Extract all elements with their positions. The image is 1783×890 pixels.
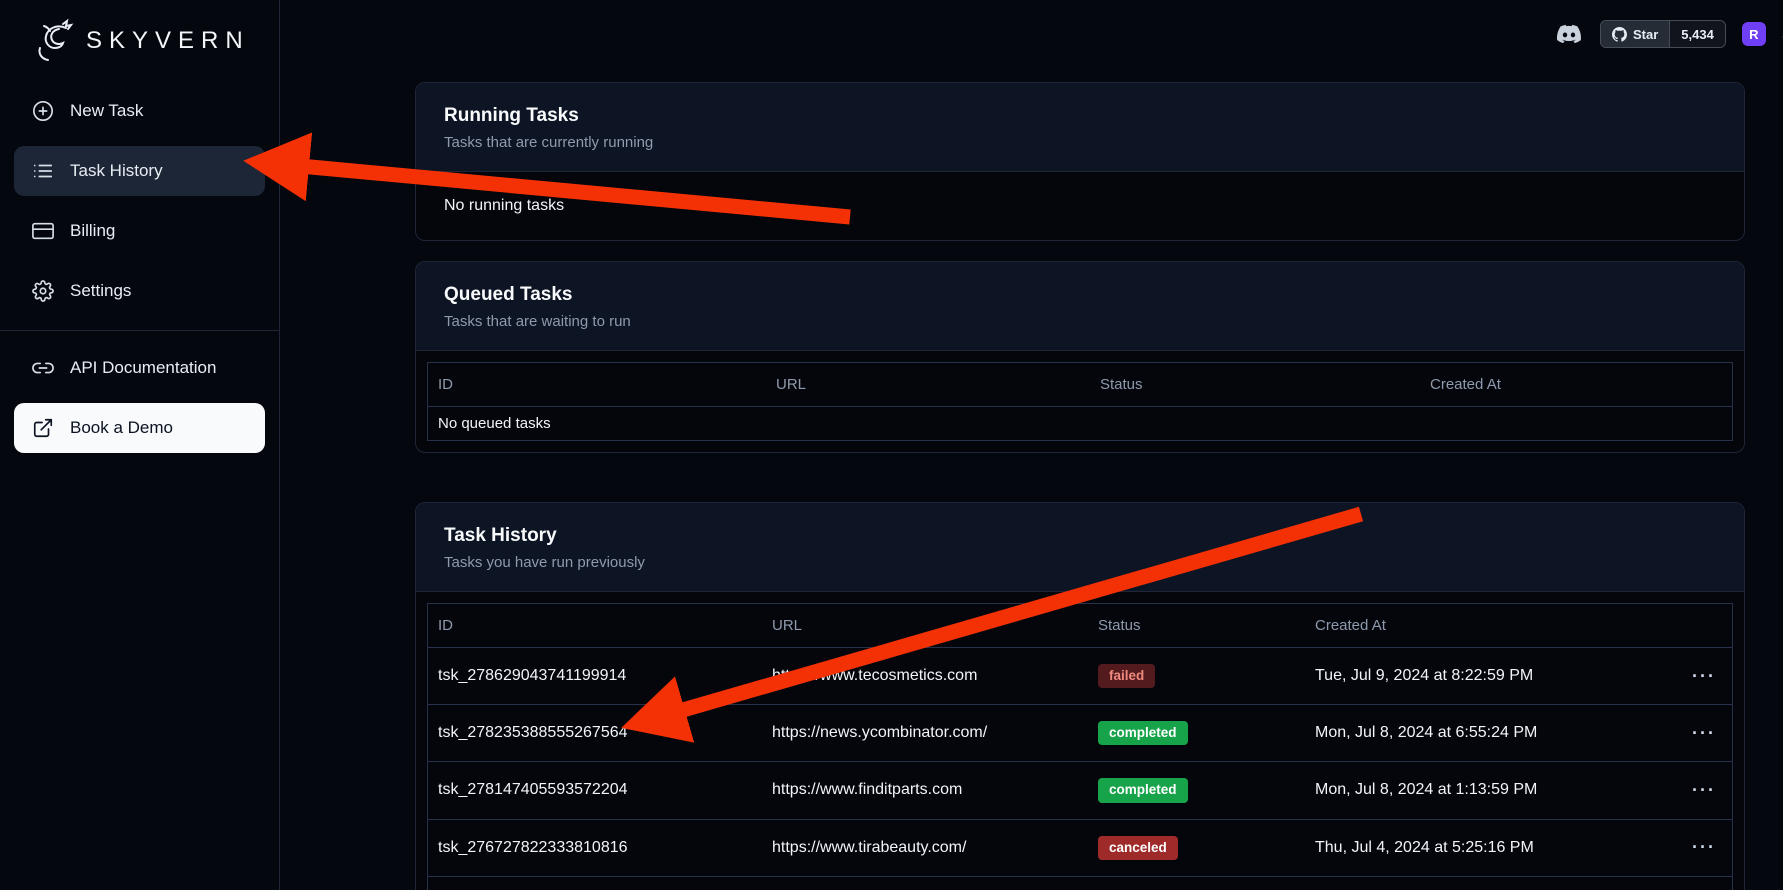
card-subtitle: Tasks that are waiting to run (444, 313, 1716, 330)
sidebar-divider (0, 330, 279, 331)
queued-tasks-table: ID URL Status Created At No queued tasks (427, 362, 1733, 441)
table-header-row: ID URL Status Created At (428, 604, 1732, 647)
task-created-at: Tue, Jul 9, 2024 at 8:22:59 PM (1305, 667, 1676, 685)
sidebar-item-book-a-demo[interactable]: Book a Demo (14, 403, 265, 453)
task-created-at: Mon, Jul 8, 2024 at 6:55:24 PM (1305, 724, 1676, 742)
column-header-status: Status (1088, 617, 1305, 634)
task-url: https://news.ycombinator.com/ (762, 724, 1088, 742)
sidebar-item-task-history[interactable]: Task History (14, 146, 265, 196)
skyvern-dragon-icon (30, 18, 76, 64)
status-badge: completed (1098, 778, 1188, 802)
sidebar: SKYVERN New Task Task History Billing Se… (0, 0, 280, 890)
row-actions-button[interactable]: ··· (1676, 837, 1732, 858)
sidebar-item-new-task[interactable]: New Task (14, 86, 265, 136)
task-created-at: Mon, Jul 8, 2024 at 1:13:59 PM (1305, 781, 1676, 799)
list-icon (32, 160, 54, 182)
task-history-table: ID URL Status Created At tsk_27862904374… (427, 603, 1733, 890)
task-id: tsk_278147405593572204 (428, 781, 762, 799)
table-header-row: ID URL Status Created At (428, 363, 1732, 406)
row-actions-button[interactable]: ··· (1676, 780, 1732, 801)
card-title: Running Tasks (444, 105, 1716, 127)
main-content: Running Tasks Tasks that are currently r… (280, 0, 1783, 890)
running-tasks-header: Running Tasks Tasks that are currently r… (416, 83, 1744, 172)
sidebar-item-api-documentation[interactable]: API Documentation (14, 343, 265, 393)
task-history-header: Task History Tasks you have run previous… (416, 503, 1744, 592)
table-row[interactable]: tsk_274180139292204058 https://www.geico… (428, 876, 1732, 890)
sidebar-item-label: Billing (70, 221, 115, 241)
row-actions-button[interactable]: ··· (1676, 666, 1732, 687)
table-row[interactable]: tsk_276727822333810816 https://www.tirab… (428, 819, 1732, 876)
task-id: tsk_278629043741199914 (428, 667, 762, 685)
task-url: https://www.tirabeauty.com/ (762, 839, 1088, 857)
status-badge: failed (1098, 664, 1155, 688)
table-row[interactable]: tsk_278235388555267564 https://news.ycom… (428, 704, 1732, 761)
task-status-cell: completed (1088, 721, 1305, 745)
logo-text: SKYVERN (86, 27, 250, 55)
task-url: https://www.finditparts.com (762, 781, 1088, 799)
status-badge: canceled (1098, 836, 1178, 860)
sidebar-item-label: Settings (70, 281, 131, 301)
external-link-icon (32, 417, 54, 439)
running-tasks-empty: No running tasks (416, 172, 1744, 240)
card-subtitle: Tasks you have run previously (444, 554, 1716, 571)
task-id: tsk_276727822333810816 (428, 839, 762, 857)
running-tasks-card: Running Tasks Tasks that are currently r… (415, 82, 1745, 241)
column-header-status: Status (1090, 376, 1420, 393)
table-row[interactable]: tsk_278629043741199914 https://www.tecos… (428, 647, 1732, 704)
column-header-created-at: Created At (1305, 617, 1676, 634)
column-header-created-at: Created At (1420, 376, 1732, 393)
gear-icon (32, 280, 54, 302)
queued-tasks-card: Queued Tasks Tasks that are waiting to r… (415, 261, 1745, 453)
card-title: Queued Tasks (444, 284, 1716, 306)
queued-tasks-header: Queued Tasks Tasks that are waiting to r… (416, 262, 1744, 351)
task-status-cell: failed (1088, 664, 1305, 688)
sidebar-item-label: Task History (70, 161, 163, 181)
link-icon (32, 357, 54, 379)
queued-tasks-empty-row: No queued tasks (428, 406, 1732, 440)
task-history-card: Task History Tasks you have run previous… (415, 502, 1745, 890)
task-id: tsk_278235388555267564 (428, 724, 762, 742)
card-title: Task History (444, 525, 1716, 547)
task-status-cell: canceled (1088, 836, 1305, 860)
table-row[interactable]: tsk_278147405593572204 https://www.findi… (428, 761, 1732, 818)
sidebar-item-settings[interactable]: Settings (14, 266, 265, 316)
column-header-url: URL (766, 376, 1090, 393)
status-badge: completed (1098, 721, 1188, 745)
column-header-id: ID (428, 617, 762, 634)
row-actions-button[interactable]: ··· (1676, 723, 1732, 744)
sidebar-item-label: Book a Demo (70, 418, 173, 438)
column-header-url: URL (762, 617, 1088, 634)
plus-circle-icon (32, 100, 54, 122)
sidebar-item-label: New Task (70, 101, 143, 121)
task-created-at: Thu, Jul 4, 2024 at 5:25:16 PM (1305, 839, 1676, 857)
credit-card-icon (32, 220, 54, 242)
queued-tasks-empty-text: No queued tasks (428, 415, 1732, 432)
sidebar-item-billing[interactable]: Billing (14, 206, 265, 256)
column-header-id: ID (428, 376, 766, 393)
task-status-cell: completed (1088, 778, 1305, 802)
sidebar-item-label: API Documentation (70, 358, 216, 378)
sidebar-nav: New Task Task History Billing Settings (0, 86, 279, 453)
card-subtitle: Tasks that are currently running (444, 134, 1716, 151)
skyvern-logo[interactable]: SKYVERN (0, 0, 279, 70)
task-url: https://www.tecosmetics.com (762, 667, 1088, 685)
